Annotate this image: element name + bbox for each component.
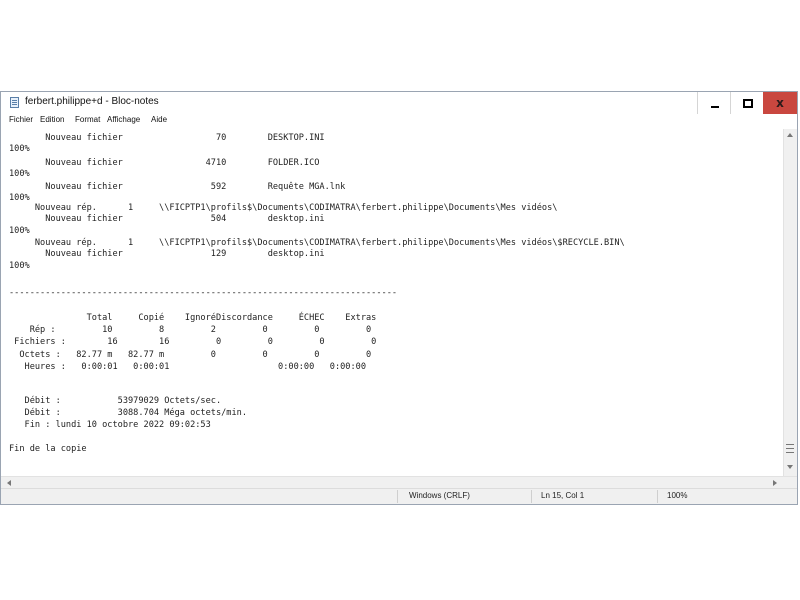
text-line: Nouveau fichier 70 DESKTOP.INI (9, 133, 325, 143)
text-line: 100% (9, 144, 30, 154)
text-line: Rép : 10 8 2 0 0 0 (9, 325, 372, 335)
text-line: 100% (9, 226, 30, 236)
text-line: Fin : lundi 10 octobre 2022 09:02:53 (9, 420, 211, 430)
text-line: Nouveau fichier 592 Requête MGA.lnk (9, 182, 346, 192)
text-line: Débit : 53979029 Octets/sec. (9, 396, 222, 406)
status-position: Ln 15, Col 1 (541, 491, 585, 500)
menu-edition[interactable]: Edition (40, 115, 64, 124)
text-line: Fin de la copie (9, 444, 87, 454)
status-zoom: 100% (667, 491, 688, 500)
close-button[interactable]: x (763, 92, 797, 114)
status-encoding: Windows (CRLF) (409, 491, 470, 500)
text-line: Nouveau rép. 1 \\FICPTP1\profils$\Docume… (9, 238, 625, 248)
text-line: Nouveau fichier 4710 FOLDER.ICO (9, 158, 320, 168)
text-line: 100% (9, 169, 30, 179)
text-editor[interactable]: Nouveau fichier 70 DESKTOP.INI 100% Nouve… (1, 129, 783, 476)
scroll-left-icon[interactable] (7, 480, 11, 486)
text-line: Total Copié IgnoréDiscordance ÉCHEC Extr… (9, 313, 377, 323)
text-line: Nouveau fichier 504 desktop.ini (9, 214, 325, 224)
scroll-right-icon[interactable] (773, 480, 777, 486)
vertical-scrollbar[interactable] (783, 129, 797, 476)
status-separator (531, 490, 532, 503)
menu-affichage[interactable]: Affichage (107, 115, 140, 124)
window-title: ferbert.philippe+d - Bloc-notes (25, 96, 159, 107)
scroll-up-icon[interactable] (787, 133, 793, 137)
text-line: Heures : 0:00:01 0:00:01 0:00:00 0:00:00 (9, 362, 366, 372)
status-separator (657, 490, 658, 503)
menu-fichier[interactable]: Fichier (9, 115, 33, 124)
notepad-window: ferbert.philippe+d - Bloc-notes x Fichie… (0, 91, 798, 505)
maximize-button[interactable] (730, 92, 764, 114)
scroll-down-icon[interactable] (787, 465, 793, 469)
title-bar[interactable]: ferbert.philippe+d - Bloc-notes x (1, 92, 797, 114)
minimize-button[interactable] (697, 92, 731, 114)
scroll-grip-icon[interactable] (786, 444, 794, 453)
text-line: 100% (9, 261, 30, 271)
menu-format[interactable]: Format (75, 115, 100, 124)
text-line: Débit : 3088.704 Méga octets/min. (9, 408, 247, 418)
menu-aide[interactable]: Aide (151, 115, 167, 124)
horizontal-scrollbar[interactable] (1, 476, 797, 488)
menu-bar: Fichier Edition Format Affichage Aide (1, 114, 797, 128)
text-line: Nouveau rép. 1 \\FICPTP1\profils$\Docume… (9, 203, 558, 213)
notepad-icon (10, 97, 19, 108)
text-line: Fichiers : 16 16 0 0 0 0 (9, 337, 377, 347)
status-separator (397, 490, 398, 503)
text-line: Octets : 82.77 m 82.77 m 0 0 0 0 (9, 350, 372, 360)
maximize-icon (742, 99, 753, 108)
status-bar: Windows (CRLF) Ln 15, Col 1 100% (1, 488, 797, 504)
separator-line: ----------------------------------------… (9, 288, 398, 298)
minimize-icon (710, 105, 719, 108)
text-line: 100% (9, 193, 30, 203)
text-line: Nouveau fichier 129 desktop.ini (9, 249, 325, 259)
